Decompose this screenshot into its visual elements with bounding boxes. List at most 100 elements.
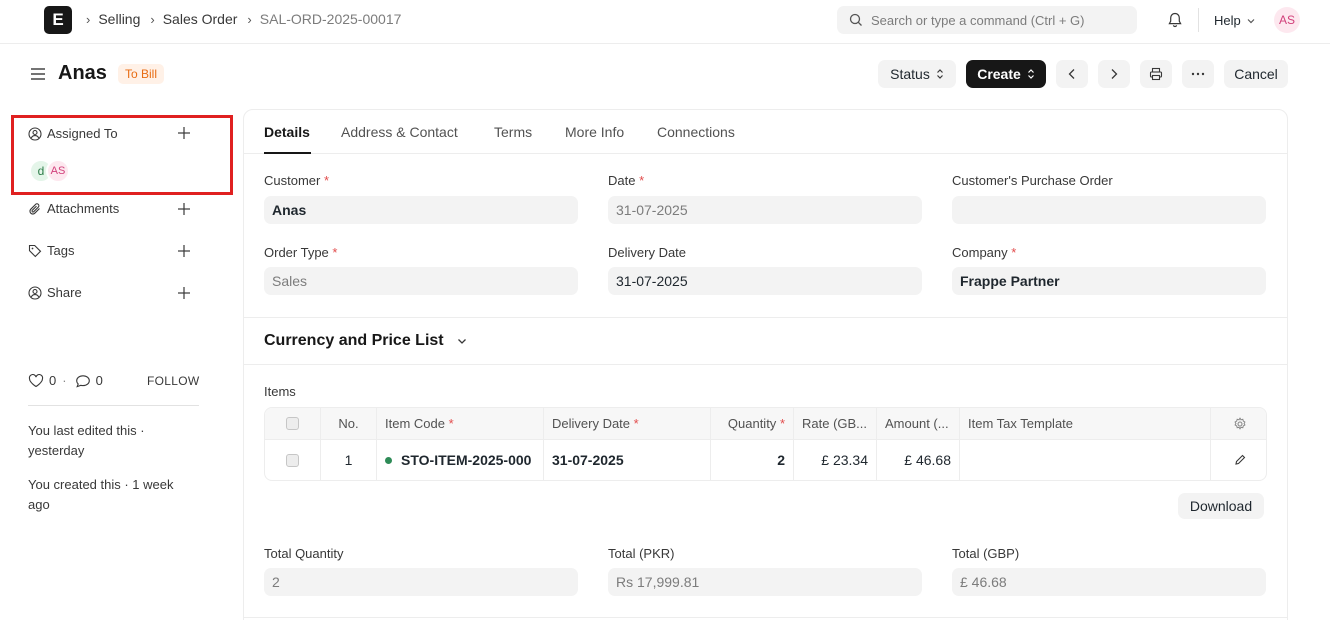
customer-po-field[interactable] — [952, 196, 1266, 224]
table-row[interactable]: 1 STO-ITEM-2025-000 31-07-2025 2 £ 23.34… — [265, 440, 1266, 480]
sidebar-attachments[interactable]: Attachments — [28, 201, 119, 216]
chevron-right-icon — [1111, 69, 1118, 79]
help-dropdown[interactable]: Help — [1214, 13, 1256, 28]
total-quantity-label: Total Quantity — [264, 546, 344, 561]
up-down-icon — [1027, 69, 1034, 79]
delivery-date-field[interactable]: 31-07-2025 — [608, 267, 922, 295]
sidebar-divider — [28, 405, 199, 406]
breadcrumb: › Selling › Sales Order › SAL-ORD-2025-0… — [86, 11, 411, 27]
tab-more-info[interactable]: More Info — [565, 124, 624, 140]
breadcrumb-selling[interactable]: Selling — [98, 11, 140, 27]
sidebar-assigned-to[interactable]: Assigned To — [28, 126, 118, 141]
date-label: Date * — [608, 173, 645, 188]
follow-button[interactable]: FOLLOW — [147, 374, 199, 388]
total-gbp-field: £ 46.68 — [952, 568, 1266, 596]
next-doc-button[interactable] — [1098, 60, 1130, 88]
add-share-icon[interactable] — [177, 286, 191, 300]
customer-po-label: Customer's Purchase Order — [952, 173, 1113, 188]
tab-details[interactable]: Details — [264, 124, 310, 140]
company-label: Company * — [952, 245, 1017, 260]
company-field[interactable]: Frappe Partner — [952, 267, 1266, 295]
pencil-icon[interactable] — [1234, 454, 1246, 466]
print-button[interactable] — [1140, 60, 1172, 88]
col-delivery-date: Delivery Date * — [544, 408, 711, 439]
order-type-field[interactable]: Sales — [264, 267, 578, 295]
printer-icon — [1149, 67, 1163, 81]
delivery-date-label: Delivery Date — [608, 245, 687, 260]
status-button[interactable]: Status — [878, 60, 956, 88]
search-bar[interactable]: Search or type a command (Ctrl + G) — [837, 6, 1137, 34]
chevron-down-icon — [1247, 18, 1255, 23]
search-placeholder: Search or type a command (Ctrl + G) — [871, 12, 1085, 28]
sidebar-tags[interactable]: Tags — [28, 243, 74, 258]
add-attachment-icon[interactable] — [177, 202, 191, 216]
add-tag-icon[interactable] — [177, 244, 191, 258]
help-label: Help — [1214, 13, 1241, 28]
status-button-label: Status — [890, 66, 930, 82]
row-item-code[interactable]: STO-ITEM-2025-000 — [377, 440, 544, 480]
attachments-label: Attachments — [47, 201, 120, 216]
search-icon — [849, 13, 862, 26]
chevron-right-icon: › — [86, 11, 91, 27]
chevron-left-icon — [1068, 69, 1075, 79]
bell-icon[interactable] — [1166, 11, 1184, 29]
breadcrumb-current-doc[interactable]: SAL-ORD-2025-00017 — [260, 11, 402, 27]
items-table: No. Item Code * Delivery Date * Quantity… — [264, 407, 1267, 481]
row-checkbox[interactable] — [286, 453, 299, 467]
col-rate: Rate (GB... — [794, 408, 877, 439]
active-tab-indicator — [264, 152, 311, 154]
cancel-button[interactable]: Cancel — [1224, 60, 1288, 88]
create-button[interactable]: Create — [966, 60, 1046, 88]
likes-comments: 0 · 0 — [28, 373, 109, 388]
last-edited-text: You last edited this · yesterday — [28, 423, 145, 458]
share-label: Share — [47, 285, 82, 300]
col-quantity: Quantity * — [711, 408, 794, 439]
comment-icon[interactable] — [75, 374, 91, 388]
row-item-tax-template[interactable] — [960, 440, 1211, 480]
page-title: Anas — [58, 62, 107, 84]
date-field[interactable]: 31-07-2025 — [608, 196, 922, 224]
currency-section-title: Currency and Price List — [264, 332, 444, 349]
more-actions-button[interactable] — [1182, 60, 1214, 88]
gear-icon[interactable] — [1233, 416, 1247, 431]
up-down-icon — [936, 69, 943, 79]
app-logo[interactable]: E — [44, 6, 72, 34]
row-quantity[interactable]: 2 — [711, 440, 794, 480]
user-avatar[interactable]: AS — [1274, 7, 1300, 33]
column-settings-cell — [1211, 408, 1266, 439]
select-all-cell — [265, 408, 321, 439]
customer-label: Customer * — [264, 173, 330, 188]
tab-connections[interactable]: Connections — [657, 124, 735, 140]
customer-field[interactable]: Anas — [264, 196, 578, 224]
tag-icon — [28, 244, 42, 257]
navbar-divider — [1198, 8, 1199, 32]
add-assignee-icon[interactable] — [177, 126, 191, 140]
comments-count: 0 — [95, 373, 103, 388]
items-table-header: No. Item Code * Delivery Date * Quantity… — [265, 408, 1266, 440]
download-button[interactable]: Download — [1178, 493, 1264, 519]
chevron-right-icon: › — [150, 11, 155, 27]
chevron-down-icon — [457, 339, 466, 344]
paperclip-icon — [29, 202, 40, 215]
tab-terms[interactable]: Terms — [494, 124, 532, 140]
row-select-cell — [265, 440, 321, 480]
col-amount: Amount (... — [877, 408, 960, 439]
share-user-icon — [28, 285, 42, 300]
previous-doc-button[interactable] — [1056, 60, 1088, 88]
total-pkr-field: Rs 17,999.81 — [608, 568, 922, 596]
chevron-right-icon: › — [247, 11, 252, 27]
select-all-checkbox[interactable] — [286, 417, 299, 430]
sidebar-share[interactable]: Share — [28, 285, 82, 300]
tab-address-contact[interactable]: Address & Contact — [341, 124, 458, 140]
row-delivery-date[interactable]: 31-07-2025 — [544, 440, 711, 480]
row-rate[interactable]: £ 23.34 — [794, 440, 877, 480]
assignee-avatar-as[interactable]: AS — [46, 159, 70, 183]
heart-icon[interactable] — [28, 373, 44, 388]
breadcrumb-sales-order[interactable]: Sales Order — [163, 11, 238, 27]
sidebar-toggle-icon[interactable] — [30, 66, 46, 82]
currency-section-toggle[interactable]: Currency and Price List — [264, 332, 468, 350]
items-label: Items — [264, 384, 296, 399]
total-gbp-label: Total (GBP) — [952, 546, 1020, 561]
row-amount: £ 46.68 — [877, 440, 960, 480]
row-no: 1 — [321, 440, 377, 480]
